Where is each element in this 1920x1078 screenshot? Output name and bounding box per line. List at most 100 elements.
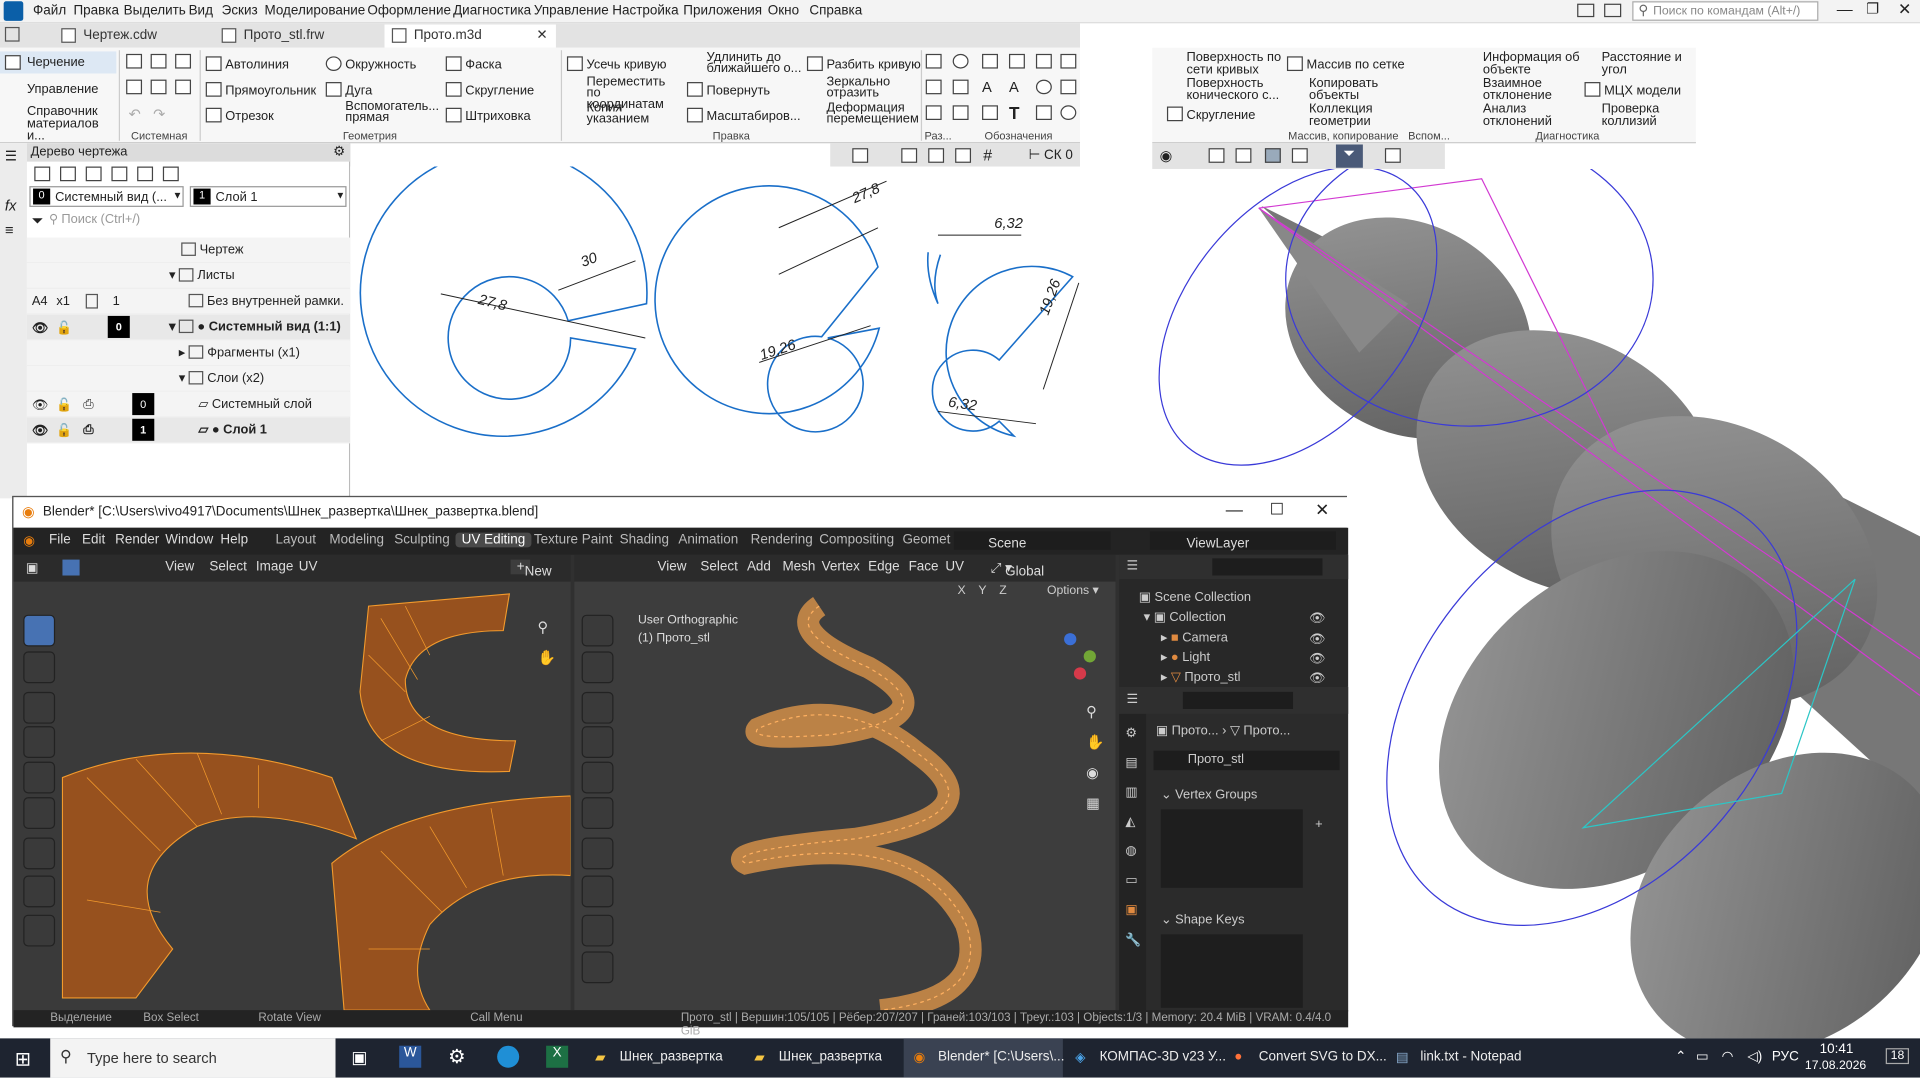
light-row[interactable]: ▸ ● Light bbox=[1161, 650, 1210, 665]
split-curve-button[interactable]: Разбить кривую bbox=[806, 56, 921, 71]
view-select[interactable]: 0 Системный вид (... ▼ bbox=[29, 186, 184, 207]
radius-dim-icon[interactable] bbox=[952, 79, 969, 95]
taskbar-app-folder-2[interactable]: ▰ Шнек_развертка bbox=[744, 1038, 901, 1077]
uv-editor-canvas[interactable]: ⚲ ✋ bbox=[13, 581, 571, 1011]
menu-settings[interactable]: Настройка bbox=[612, 4, 678, 19]
fillet-button[interactable]: Скругление bbox=[445, 82, 534, 97]
hatch-button[interactable]: Штриховка bbox=[445, 107, 531, 123]
menu-view[interactable]: Вид bbox=[189, 4, 213, 19]
restore-icon[interactable]: ❐ bbox=[1866, 0, 1879, 17]
vp-menu-select[interactable]: Select bbox=[700, 560, 737, 575]
fillet-3d-button[interactable]: Скругление bbox=[1166, 106, 1255, 122]
edge-icon[interactable] bbox=[497, 1045, 520, 1068]
grid-icon[interactable]: # bbox=[983, 146, 992, 164]
tree-row-system-layer[interactable]: 👁 🔓 ⎙ 0 ▱ Системный слой bbox=[26, 391, 351, 418]
tree-row-drawing[interactable]: Чертеж bbox=[26, 237, 351, 264]
layer-select[interactable]: 1 Слой 1 ▼ bbox=[189, 186, 347, 207]
gizmo-z-icon[interactable] bbox=[1064, 633, 1077, 646]
close-icon[interactable]: ✕ bbox=[1898, 0, 1911, 20]
copy-indicate-button[interactable]: Копия указанием bbox=[587, 101, 678, 125]
layout-icon[interactable] bbox=[1577, 3, 1595, 18]
deviation-analysis-button[interactable]: Анализ отклонений bbox=[1483, 103, 1583, 128]
outliner-search-input[interactable] bbox=[1212, 558, 1323, 576]
camera-row[interactable]: ▸ ■ Camera bbox=[1161, 631, 1228, 646]
menu-help[interactable]: Help bbox=[220, 533, 248, 548]
open-icon[interactable] bbox=[150, 53, 167, 69]
viewlayer-selector[interactable]: ViewLayer bbox=[1149, 531, 1336, 551]
output-tab-icon[interactable]: ▥ bbox=[1125, 785, 1137, 800]
network-icon[interactable]: ▭ bbox=[1696, 1048, 1709, 1064]
image-icon[interactable] bbox=[137, 166, 154, 182]
workspace-modeling[interactable]: Modeling bbox=[329, 533, 384, 548]
position-icon[interactable] bbox=[1035, 79, 1052, 95]
angle-dim-icon[interactable] bbox=[982, 53, 998, 69]
annotate-tool[interactable] bbox=[581, 837, 614, 870]
tree-tool4-icon[interactable] bbox=[111, 166, 128, 182]
copy-icon[interactable] bbox=[150, 79, 167, 95]
vp-menu-mesh[interactable]: Mesh bbox=[782, 560, 815, 575]
menu-edit[interactable]: Edit bbox=[82, 533, 105, 548]
lock-icon[interactable]: 🔓 bbox=[56, 422, 72, 439]
arc-button[interactable]: Дуга bbox=[325, 82, 372, 97]
mode-management[interactable]: Управление bbox=[0, 77, 116, 99]
scene-selector[interactable]: Scene bbox=[953, 531, 1111, 551]
shape-keys-list[interactable] bbox=[1160, 934, 1303, 1008]
menu-management[interactable]: Управление bbox=[534, 4, 609, 19]
roughness-icon[interactable] bbox=[1035, 53, 1052, 69]
new-doc-icon[interactable] bbox=[126, 53, 143, 69]
add-cube-tool[interactable] bbox=[581, 914, 614, 947]
rotate-tool[interactable] bbox=[581, 726, 614, 758]
tree-row-sheet[interactable]: A4 x1 1 Без внутренней рамки. bbox=[26, 288, 351, 315]
diameter-dim-icon[interactable] bbox=[952, 53, 969, 69]
mesh-data-name-field[interactable]: Прото_stl bbox=[1153, 750, 1340, 771]
tree-row-system-view[interactable]: 👁 🔓 0 ▾ ● Системный вид (1:1) bbox=[26, 314, 351, 341]
menu-diagnostics[interactable]: Диагностика bbox=[453, 4, 531, 19]
menu-sketch[interactable]: Эскиз bbox=[222, 4, 258, 19]
tree-tool2-icon[interactable] bbox=[60, 166, 76, 182]
visibility-eye-icon[interactable]: 👁 bbox=[1309, 650, 1325, 666]
text-t-icon[interactable]: T bbox=[1009, 103, 1019, 123]
mirror-button[interactable]: Зеркально отразить bbox=[827, 76, 918, 100]
visibility-eye-icon[interactable]: 👁 bbox=[1309, 631, 1325, 647]
linear-dim-icon[interactable] bbox=[925, 53, 942, 69]
task-view-icon[interactable]: ▣ bbox=[351, 1047, 367, 1068]
table-icon[interactable] bbox=[1060, 79, 1077, 95]
vp-menu-view[interactable]: View bbox=[658, 560, 687, 575]
trim-curve-button[interactable]: Усечь кривую bbox=[566, 56, 667, 71]
uv-menu-uv[interactable]: UV bbox=[299, 560, 318, 575]
home-icon[interactable] bbox=[4, 26, 20, 42]
chamfer-button[interactable]: Фаска bbox=[445, 56, 502, 71]
undo-icon[interactable]: ↶ bbox=[129, 105, 141, 122]
lock-icon[interactable]: 🔓 bbox=[56, 320, 72, 336]
scale-button[interactable]: Масштабиров... bbox=[686, 107, 801, 123]
options-button[interactable]: Options ▾ bbox=[1047, 584, 1099, 597]
zoom-icon[interactable]: ⚲ bbox=[1086, 703, 1097, 720]
taskbar-app-notepad[interactable]: ▤ link.txt - Notepad bbox=[1386, 1038, 1543, 1077]
settings-gear-icon[interactable]: ⚙ bbox=[333, 143, 345, 159]
workspace-texture-paint[interactable]: Texture Paint bbox=[534, 533, 613, 548]
tab-cherezh[interactable]: Чертеж.cdw bbox=[54, 24, 211, 47]
text-a2-icon[interactable]: A bbox=[1009, 78, 1019, 95]
world-tab-icon[interactable]: ◍ bbox=[1125, 844, 1136, 859]
filter-icon[interactable]: ⏷ bbox=[32, 212, 44, 230]
add-group-icon[interactable]: + bbox=[1315, 817, 1323, 832]
surface-net-button[interactable]: Поверхность по сети кривых bbox=[1187, 51, 1283, 76]
eye-hidden-icon[interactable]: 👁 bbox=[32, 397, 48, 413]
tool-tab-icon[interactable]: ⚙ bbox=[1125, 726, 1137, 741]
snap-icon[interactable] bbox=[852, 148, 869, 163]
paste-icon[interactable] bbox=[175, 79, 192, 95]
wifi-icon[interactable]: ◠ bbox=[1722, 1048, 1734, 1064]
list-icon[interactable]: ≡ bbox=[5, 222, 14, 239]
vp-menu-add[interactable]: Add bbox=[747, 560, 771, 575]
autoline-button[interactable]: Автолиния bbox=[205, 56, 289, 71]
eye-icon[interactable]: 👁 bbox=[32, 320, 48, 336]
scene-tab-icon[interactable]: ◭ bbox=[1125, 814, 1135, 829]
tree-row-sheets[interactable]: ▾ Листы bbox=[26, 263, 351, 289]
auto-dim-icon[interactable] bbox=[925, 79, 942, 95]
props-search-input[interactable] bbox=[1182, 691, 1294, 709]
vp-menu-uv[interactable]: UV bbox=[945, 560, 964, 575]
vp-menu-edge[interactable]: Edge bbox=[868, 560, 899, 575]
ortho-icon[interactable] bbox=[901, 148, 918, 163]
array-grid-button[interactable]: Массив по сетке bbox=[1286, 56, 1405, 71]
chain-dim-icon[interactable] bbox=[925, 105, 942, 121]
